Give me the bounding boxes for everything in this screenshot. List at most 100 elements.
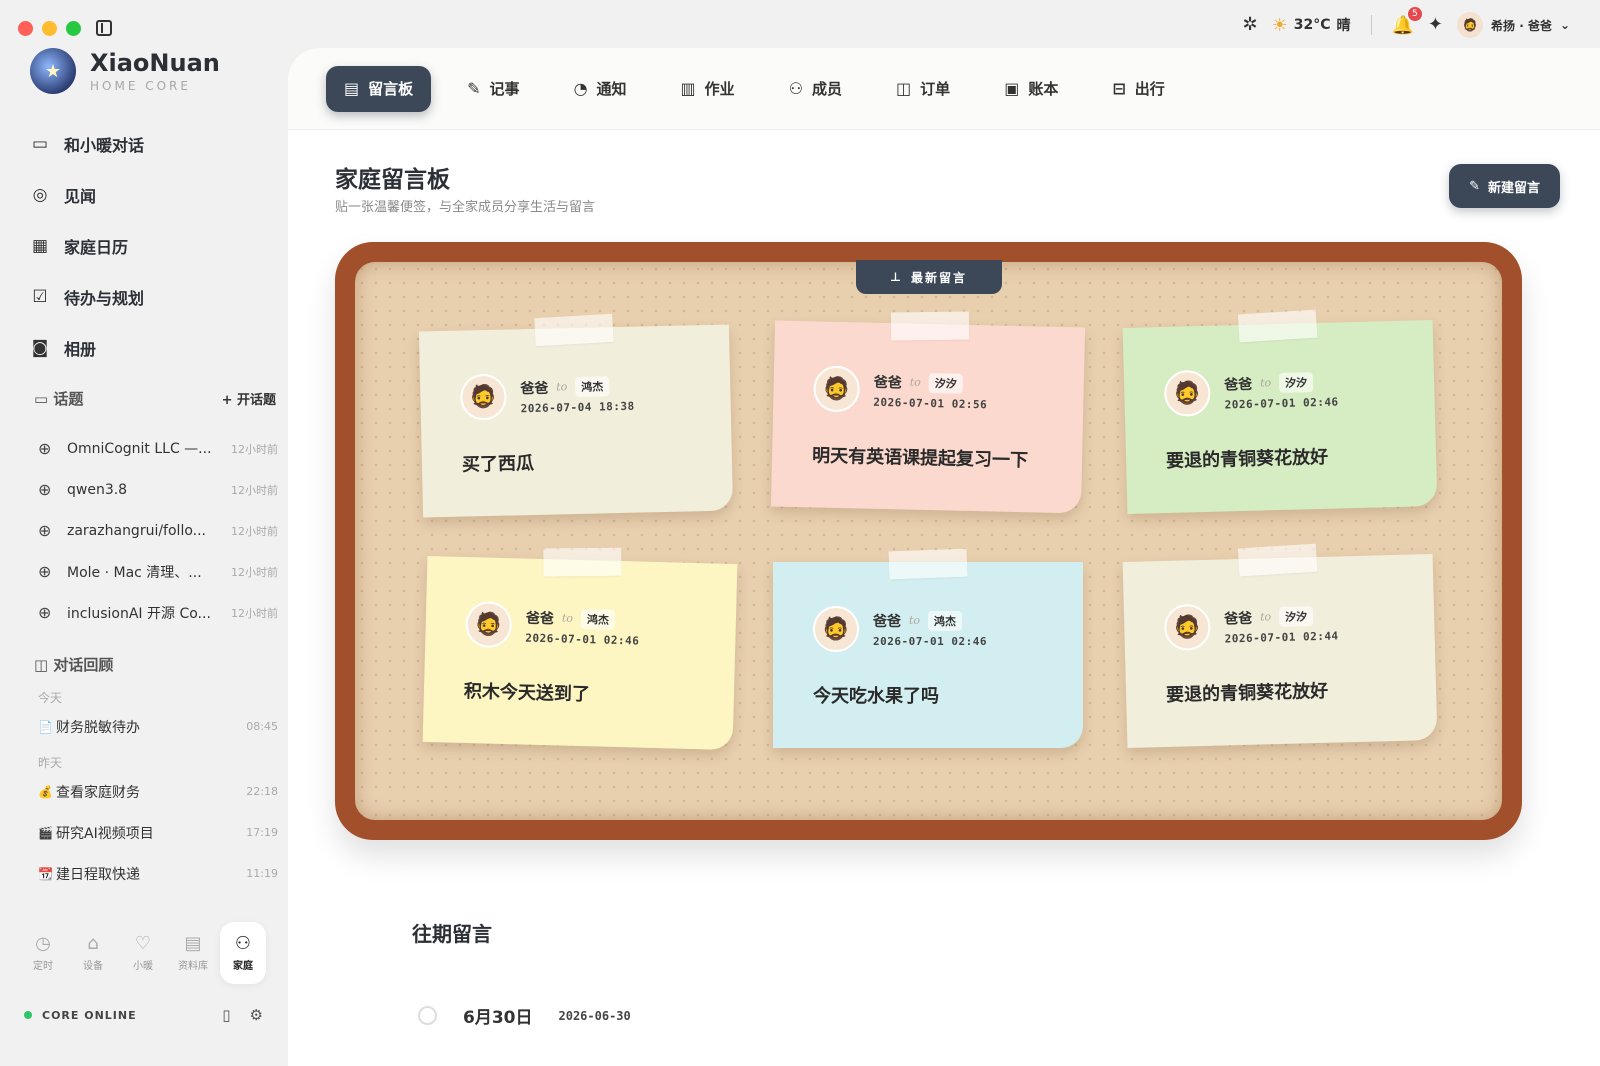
bug-icon[interactable]: ✲ <box>1243 16 1258 34</box>
new-message-button[interactable]: ✎ 新建留言 <box>1449 164 1560 208</box>
note-to-word: to <box>556 380 568 394</box>
bag-icon: ◫ <box>896 79 912 98</box>
tape <box>888 548 968 580</box>
chat-icon: ▭ <box>31 133 49 154</box>
avatar: 🧔 <box>813 606 859 652</box>
sparkle-icon[interactable]: ✦ <box>1428 16 1443 34</box>
weather-text: 晴 <box>1336 18 1351 34</box>
top-status-bar: ✲ ☀ 32°C 晴 🔔 5 ✦ 🧔 希扬 · 爸爸 ⌄ <box>1243 6 1570 40</box>
history-title: 研究AI视频项目 <box>56 825 154 842</box>
list-item[interactable]: ⊕ Mole · Mac 清理、... 12小时前 <box>38 551 278 592</box>
bell-icon: ◔ <box>573 79 588 98</box>
sticky-note[interactable]: 🧔 爸爸 to 鸿杰 2026-07-04 18:38 买了西瓜 <box>418 313 734 518</box>
dock-label: 定时 <box>33 960 53 972</box>
dock-item-library[interactable]: ▤ 资料库 <box>170 922 216 984</box>
calendar-icon: ▦ <box>31 235 49 256</box>
user-menu[interactable]: 🧔 希扬 · 爸爸 ⌄ <box>1457 12 1570 38</box>
sidebar-item-todo[interactable]: ☑ 待办与规划 <box>30 271 270 322</box>
note-to-word: to <box>1259 610 1272 624</box>
avatar: 🧔 <box>813 365 861 413</box>
history-title: 财务脱敏待办 <box>56 719 140 736</box>
tab-orders[interactable]: ◫ 订单 <box>878 66 968 112</box>
tab-homework[interactable]: ▥ 作业 <box>663 66 753 112</box>
topic-time: 12小时前 <box>231 565 278 579</box>
note-to: 汐汐 <box>1278 605 1314 627</box>
sticky-note[interactable]: 🧔 爸爸 to 鸿杰 2026-07-01 02:46 积木今天送到了 <box>422 547 738 751</box>
router-icon: ⌂ <box>87 932 99 954</box>
topic-list: ⊕ OmniCognit LLC —... 12小时前 ⊕ qwen3.8 12… <box>38 428 278 633</box>
users-icon: ⚇ <box>788 79 804 98</box>
note-from: 爸爸 <box>1223 376 1253 393</box>
gear-icon[interactable]: ⚙ <box>250 1006 264 1024</box>
temperature: 32°C <box>1293 17 1331 33</box>
topic-icon: ▭ <box>34 390 54 408</box>
sidebar-item-chat[interactable]: ▭ 和小暖对话 <box>30 118 270 169</box>
history-title-text: 对话回顾 <box>53 656 114 674</box>
list-item[interactable]: ⊕ qwen3.8 12小时前 <box>38 469 278 510</box>
brand-logo-icon: ★ <box>30 48 76 94</box>
sidebar-item-label: 待办与规划 <box>64 288 145 308</box>
dock-item-devices[interactable]: ⌂ 设备 <box>70 922 116 984</box>
history-time: 08:45 <box>246 720 278 733</box>
tape <box>890 311 970 341</box>
dock-item-xiaonuan[interactable]: ♡ 小暖 <box>120 922 166 984</box>
topic-time: 12小时前 <box>231 483 278 497</box>
tape <box>1237 543 1318 577</box>
sun-icon: ☀ <box>1271 14 1288 36</box>
past-message-row[interactable]: 6月30日 2026-06-30 <box>418 1003 631 1028</box>
brand: ★ XiaoNuan HOME CORE <box>30 48 220 94</box>
topic-time: 12小时前 <box>231 442 278 456</box>
sidebar-item-news[interactable]: ◎ 见闻 <box>30 169 270 220</box>
history-title: 查看家庭财务 <box>56 784 140 801</box>
avatar: 🧔 <box>1163 369 1211 418</box>
tab-label: 作业 <box>704 80 735 98</box>
history-list: 今天 📄 财务脱敏待办 08:45 昨天 💰 查看家庭财务 22:18 🎬 研究… <box>38 682 278 894</box>
tab-travel[interactable]: ⊟ 出行 <box>1094 66 1182 112</box>
tab-message-board[interactable]: ▤ 留言板 <box>326 65 432 112</box>
chevron-down-icon: ⌄ <box>1559 18 1570 32</box>
list-item[interactable]: 💰 查看家庭财务 22:18 <box>38 771 278 812</box>
tape <box>543 547 622 577</box>
list-item[interactable]: ⊕ zarazhangrui/follo... 12小时前 <box>38 510 278 551</box>
topic-title: OmniCognit LLC —... <box>67 440 212 457</box>
sticky-note[interactable]: 🧔 爸爸 to 鸿杰 2026-07-01 02:46 今天吃水果了吗 <box>773 548 1083 748</box>
topic-time: 12小时前 <box>231 524 278 538</box>
note-from: 爸爸 <box>873 374 902 391</box>
dock-item-schedule[interactable]: ◷ 定时 <box>20 922 66 984</box>
list-item[interactable]: 🎬 研究AI视频项目 17:19 <box>38 812 278 853</box>
tablet-icon[interactable]: ▯ <box>222 1006 231 1024</box>
note-meta: 爸爸 to 汐汐 <box>1224 371 1338 394</box>
edit-icon: ✎ <box>467 79 481 98</box>
sticky-note[interactable]: 🧔 爸爸 to 汐汐 2026-07-01 02:56 明天有英语课提起复习一下 <box>770 311 1086 514</box>
sticky-note[interactable]: 🧔 爸爸 to 汐汐 2026-07-01 02:44 要退的青铜葵花放好 <box>1122 543 1438 749</box>
status-label: CORE ONLINE <box>42 1008 137 1022</box>
sidebar-item-calendar[interactable]: ▦ 家庭日历 <box>30 220 270 271</box>
add-topic-button[interactable]: + 开话题 <box>222 389 276 408</box>
history-icon: ◫ <box>34 656 54 674</box>
tab-members[interactable]: ⚇ 成员 <box>771 66 860 112</box>
cork-surface: ⊥ 最新留言 🧔 爸爸 to 鸿杰 2026-07-04 18:38 买了西瓜 … <box>355 260 1502 820</box>
sidebar-item-album[interactable]: ◙ 相册 <box>30 322 270 373</box>
dock-item-family[interactable]: ⚇ 家庭 <box>220 922 266 984</box>
radio-button[interactable] <box>418 1006 437 1025</box>
money-bag-icon: 💰 <box>38 784 53 799</box>
brand-subtitle: HOME CORE <box>90 79 191 93</box>
tab-notifications[interactable]: ◔ 通知 <box>556 66 645 112</box>
dock-label: 资料库 <box>178 960 208 972</box>
tab-ledger[interactable]: ▣ 账本 <box>986 66 1076 112</box>
list-item[interactable]: 📄 财务脱敏待办 08:45 <box>38 706 278 747</box>
list-item[interactable]: ⊕ OmniCognit LLC —... 12小时前 <box>38 428 278 469</box>
tab-notes[interactable]: ✎ 记事 <box>449 66 537 112</box>
document-icon: 📄 <box>38 719 53 734</box>
weather-widget[interactable]: ☀ 32°C 晴 <box>1272 15 1351 36</box>
note-from: 爸爸 <box>520 380 549 397</box>
note-meta: 爸爸 to 鸿杰 <box>520 375 634 398</box>
list-item[interactable]: 📆 建日程取快递 11:19 <box>38 853 278 894</box>
sticky-note[interactable]: 🧔 爸爸 to 汐汐 2026-07-01 02:46 要退的青铜葵花放好 <box>1122 309 1438 515</box>
book-icon: ▥ <box>680 79 696 98</box>
avatar: 🧔 <box>465 601 513 649</box>
list-item[interactable]: ⊕ inclusionAI 开源 Co... 12小时前 <box>38 592 278 633</box>
notification-button[interactable]: 🔔 5 <box>1392 6 1422 36</box>
history-time: 11:19 <box>246 867 278 880</box>
tab-label: 订单 <box>920 80 951 98</box>
